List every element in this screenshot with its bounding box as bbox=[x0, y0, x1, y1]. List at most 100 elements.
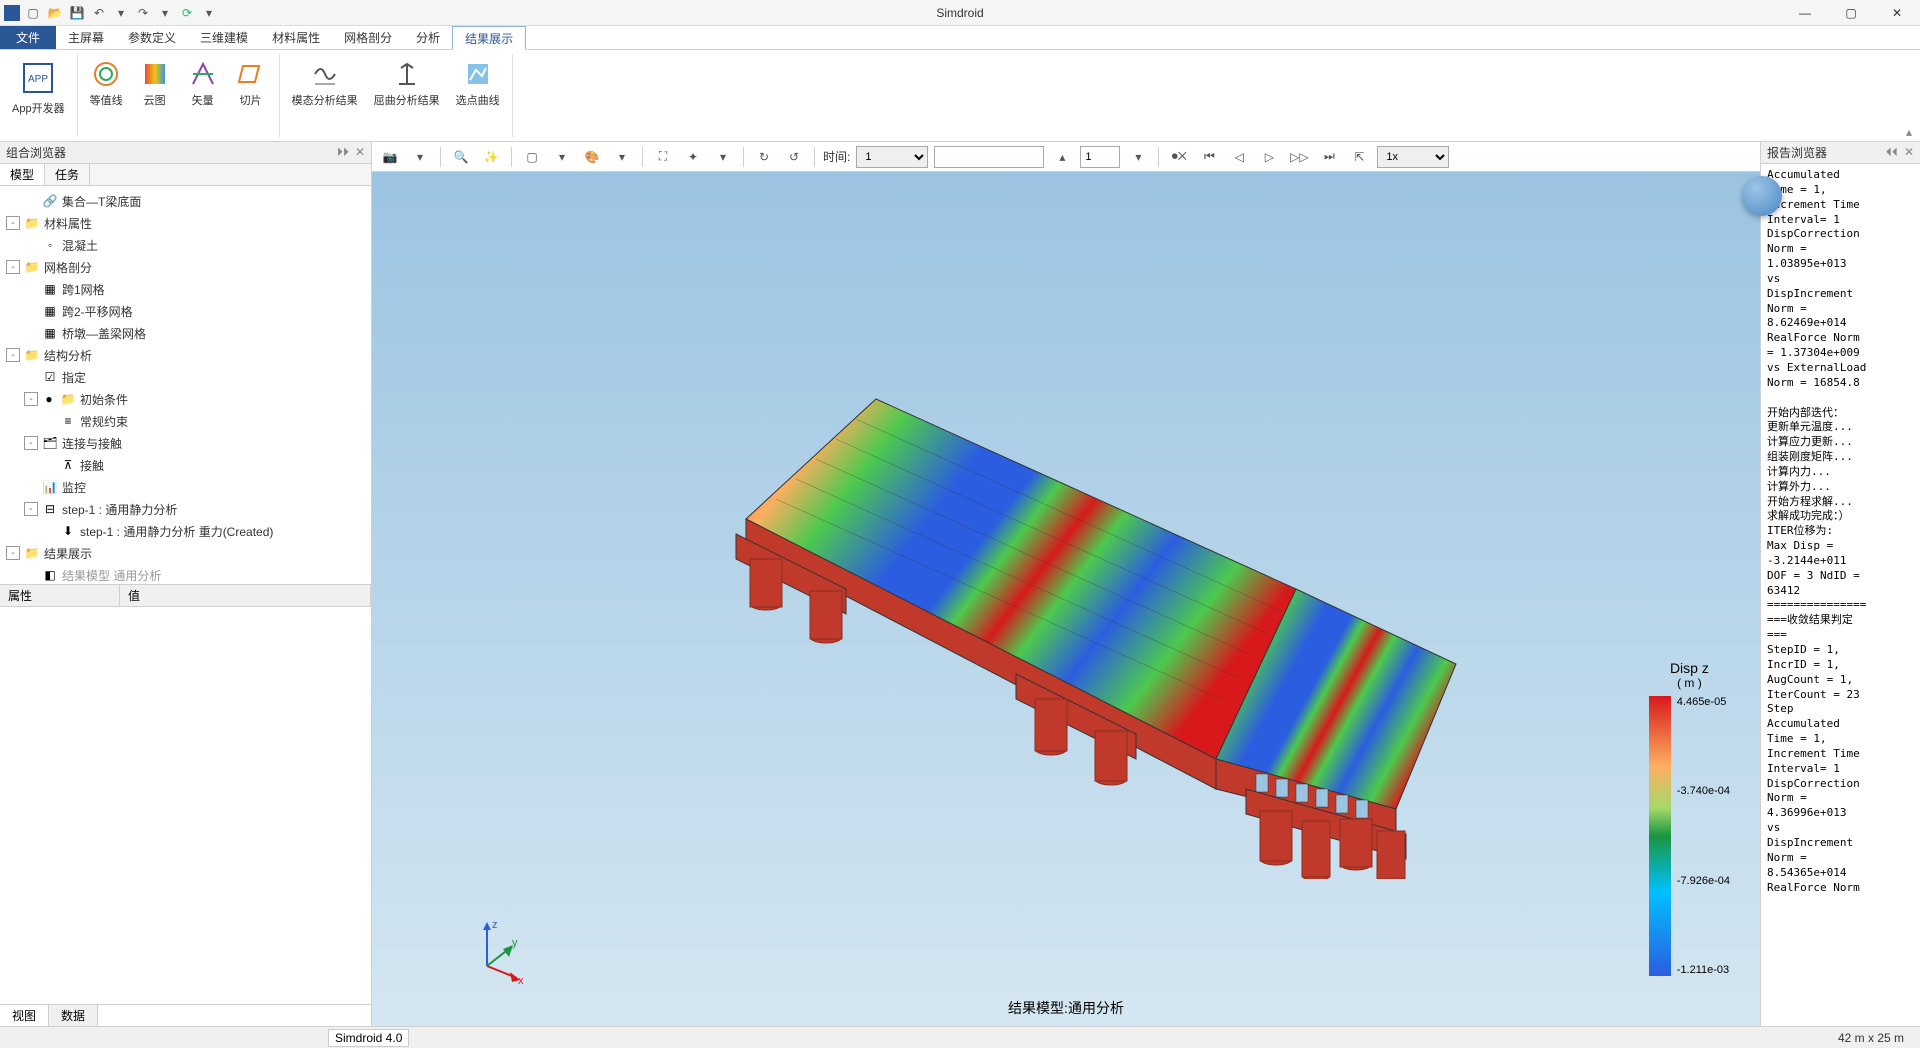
qat-undo-icon[interactable]: ↶ bbox=[90, 4, 108, 22]
panel-pin-icon[interactable]: ⏵⏵ bbox=[337, 145, 349, 160]
maximize-button[interactable]: ▢ bbox=[1828, 0, 1874, 26]
bottom-tab-view[interactable]: 视图 bbox=[0, 1005, 49, 1026]
vt-time-select[interactable]: 1 bbox=[856, 146, 928, 168]
tree-item-icon: ▦ bbox=[42, 281, 58, 297]
properties-panel: 属性 值 bbox=[0, 584, 371, 1004]
vt-record-icon[interactable]: ⏺✕ bbox=[1167, 145, 1191, 169]
close-button[interactable]: ✕ bbox=[1874, 0, 1920, 26]
ribbon-app-dev-button[interactable]: APP App开发器 bbox=[8, 54, 69, 120]
ribbon-slice-button[interactable]: 切片 bbox=[231, 54, 271, 112]
tree-node[interactable]: -📁结构分析 bbox=[0, 344, 371, 366]
vt-prev-icon[interactable]: ◁ bbox=[1227, 145, 1251, 169]
menu-results[interactable]: 结果展示 bbox=[452, 26, 526, 50]
vt-zoom-icon[interactable]: 🔍 bbox=[449, 145, 473, 169]
tree-node[interactable]: -⊟step-1 : 通用静力分析 bbox=[0, 498, 371, 520]
vt-highlight-icon[interactable]: ✨ bbox=[479, 145, 503, 169]
vt-camera-icon[interactable]: 📷 bbox=[378, 145, 402, 169]
tree-toggle-icon[interactable]: - bbox=[6, 216, 20, 230]
rpanel-close-icon[interactable]: ✕ bbox=[1904, 145, 1914, 160]
vt-axes-dd-icon[interactable]: ▾ bbox=[711, 145, 735, 169]
ribbon-modal-button[interactable]: 模态分析结果 bbox=[288, 54, 362, 112]
menu-params[interactable]: 参数定义 bbox=[116, 26, 188, 49]
left-tab-model[interactable]: 模型 bbox=[0, 164, 45, 185]
qat-dropdown-icon[interactable]: ▾ bbox=[112, 4, 130, 22]
modal-icon bbox=[309, 58, 341, 90]
qat-redo-icon[interactable]: ↷ bbox=[134, 4, 152, 22]
vt-play-icon[interactable]: ▷ bbox=[1257, 145, 1281, 169]
tree-node[interactable]: ▦跨1网格 bbox=[0, 278, 371, 300]
qat-refresh-icon[interactable]: ⟳ bbox=[178, 4, 196, 22]
vt-first-icon[interactable]: ⏮ bbox=[1197, 145, 1221, 169]
menu-mesh[interactable]: 网格剖分 bbox=[332, 26, 404, 49]
menu-material[interactable]: 材料属性 bbox=[260, 26, 332, 49]
vt-rotate-ccw-icon[interactable]: ↺ bbox=[782, 145, 806, 169]
ribbon-cloud-button[interactable]: 云图 bbox=[135, 54, 175, 112]
tree-toggle-icon[interactable]: - bbox=[6, 260, 20, 274]
bottom-tab-data[interactable]: 数据 bbox=[49, 1005, 98, 1026]
tree-node[interactable]: ◦混凝土 bbox=[0, 234, 371, 256]
status-dimensions: 42 m x 25 m bbox=[1838, 1031, 1912, 1045]
tree-node[interactable]: 📊监控 bbox=[0, 476, 371, 498]
tree-node[interactable]: -🗂连接与接触 bbox=[0, 432, 371, 454]
vt-box-dd-icon[interactable]: ▾ bbox=[550, 145, 574, 169]
tree-node[interactable]: -📁材料属性 bbox=[0, 212, 371, 234]
tree-node[interactable]: ▦桥墩—盖梁网格 bbox=[0, 322, 371, 344]
tree-toggle-icon[interactable]: - bbox=[24, 436, 38, 450]
menu-file[interactable]: 文件 bbox=[0, 26, 56, 49]
left-panel: 组合浏览器 ⏵⏵ ✕ 模型 任务 🔗集合—T梁底面-📁材料属性◦混凝土-📁网格剖… bbox=[0, 142, 372, 1026]
tree-node[interactable]: -📁网格剖分 bbox=[0, 256, 371, 278]
vt-spin-icon[interactable]: ▾ bbox=[1126, 145, 1150, 169]
vt-time-input[interactable] bbox=[934, 146, 1044, 168]
vector-icon bbox=[187, 58, 219, 90]
tree-node[interactable]: ⬇step-1 : 通用静力分析 重力(Created) bbox=[0, 520, 371, 542]
model-tree[interactable]: 🔗集合—T梁底面-📁材料属性◦混凝土-📁网格剖分▦跨1网格▦跨2-平移网格▦桥墩… bbox=[0, 186, 371, 584]
panel-close-icon[interactable]: ✕ bbox=[355, 145, 365, 160]
vt-camera-dd-icon[interactable]: ▾ bbox=[408, 145, 432, 169]
tree-node[interactable]: ≡常规约束 bbox=[0, 410, 371, 432]
vt-select-icon[interactable]: ⛶ bbox=[651, 145, 675, 169]
tree-active-dot-icon: ● bbox=[42, 392, 56, 406]
vt-palette-icon[interactable]: 🎨 bbox=[580, 145, 604, 169]
tree-item-label: 集合—T梁底面 bbox=[62, 193, 141, 210]
ribbon-collapse-icon[interactable]: ▴ bbox=[1906, 125, 1912, 139]
vt-next-icon[interactable]: ▷▷ bbox=[1287, 145, 1311, 169]
qat-save-icon[interactable]: 💾 bbox=[68, 4, 86, 22]
ribbon-buckling-button[interactable]: 屈曲分析结果 bbox=[370, 54, 444, 112]
tree-item-label: 网格剖分 bbox=[44, 259, 92, 276]
tree-node[interactable]: 🔗集合—T梁底面 bbox=[0, 190, 371, 212]
tree-node[interactable]: ▦跨2-平移网格 bbox=[0, 300, 371, 322]
tree-node[interactable]: -📁结果展示 bbox=[0, 542, 371, 564]
viewport-3d[interactable]: z x y Disp z ( m ) 4.465e-05 -3.740e-04 … bbox=[372, 172, 1760, 1026]
qat-open-icon[interactable]: 📂 bbox=[46, 4, 64, 22]
qat-dropdown2-icon[interactable]: ▾ bbox=[200, 4, 218, 22]
vt-export-icon[interactable]: ⇱ bbox=[1347, 145, 1371, 169]
rpanel-pin-icon[interactable]: ⏴⏴ bbox=[1886, 145, 1898, 160]
tree-node[interactable]: -●📁初始条件 bbox=[0, 388, 371, 410]
qat-new-icon[interactable]: ▢ bbox=[24, 4, 42, 22]
tree-toggle-icon[interactable]: - bbox=[24, 392, 38, 406]
floating-orb-icon[interactable] bbox=[1742, 176, 1782, 216]
vt-box-icon[interactable]: ▢ bbox=[520, 145, 544, 169]
menu-3d-model[interactable]: 三维建模 bbox=[188, 26, 260, 49]
menu-main-screen[interactable]: 主屏幕 bbox=[56, 26, 116, 49]
left-tab-tasks[interactable]: 任务 bbox=[45, 164, 90, 185]
tree-node[interactable]: ⊼接触 bbox=[0, 454, 371, 476]
report-log[interactable]: Accumulated Time = 1, Increment Time Int… bbox=[1761, 164, 1920, 1026]
vt-spin-up-icon[interactable]: ▴ bbox=[1050, 145, 1074, 169]
vt-speed-select[interactable]: 1x bbox=[1377, 146, 1449, 168]
minimize-button[interactable]: — bbox=[1782, 0, 1828, 26]
vt-rotate-cw-icon[interactable]: ↻ bbox=[752, 145, 776, 169]
tree-toggle-icon[interactable]: - bbox=[24, 502, 38, 516]
ribbon-contour-button[interactable]: 等值线 bbox=[86, 54, 127, 112]
tree-node[interactable]: ◧结果模型 通用分析 bbox=[0, 564, 371, 584]
tree-toggle-icon[interactable]: - bbox=[6, 546, 20, 560]
menu-analysis[interactable]: 分析 bbox=[404, 26, 452, 49]
vt-palette-dd-icon[interactable]: ▾ bbox=[610, 145, 634, 169]
tree-node[interactable]: ☑指定 bbox=[0, 366, 371, 388]
vt-last-icon[interactable]: ⏭ bbox=[1317, 145, 1341, 169]
vt-axes-icon[interactable]: ✦ bbox=[681, 145, 705, 169]
ribbon-vector-button[interactable]: 矢量 bbox=[183, 54, 223, 112]
tree-toggle-icon[interactable]: - bbox=[6, 348, 20, 362]
vt-frame-input[interactable] bbox=[1080, 146, 1120, 168]
ribbon-curve-button[interactable]: 选点曲线 bbox=[452, 54, 504, 112]
